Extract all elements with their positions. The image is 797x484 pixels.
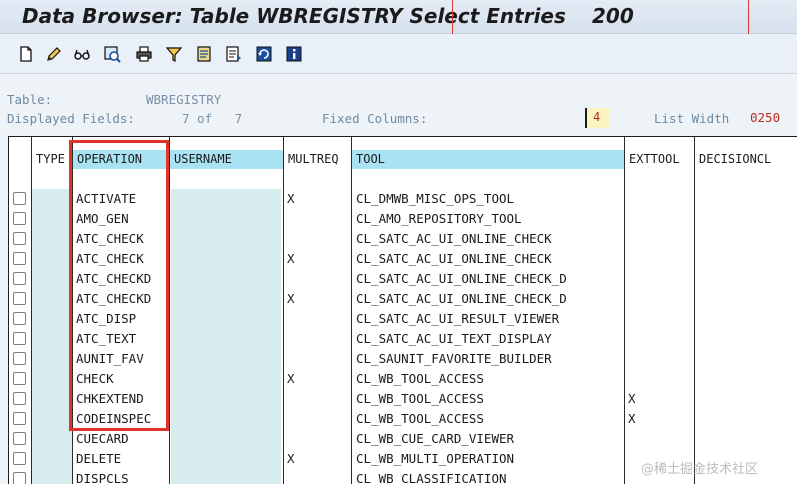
tool-cell: CL_SATC_AC_UI_ONLINE_CHECK — [356, 231, 552, 246]
title-bar: Data Browser: Table WBREGISTRY Select En… — [0, 0, 797, 34]
detail-list-icon[interactable] — [194, 44, 214, 64]
multreq-cell: X — [287, 291, 295, 306]
column-header-tool[interactable]: TOOL — [352, 150, 624, 169]
multreq-cell: X — [287, 451, 295, 466]
local-file-icon[interactable] — [224, 44, 244, 64]
row-select-checkbox[interactable] — [13, 292, 26, 305]
exttool-cell: X — [628, 411, 636, 426]
tool-cell: CL_WB_CLASSIFICATION — [356, 471, 507, 484]
tool-cell: CL_WB_TOOL_ACCESS — [356, 391, 484, 406]
multreq-cell: X — [287, 191, 295, 206]
operation-cell: DISPCLS — [76, 471, 129, 484]
row-select-checkbox[interactable] — [13, 212, 26, 225]
fixed-columns-label: Fixed Columns: — [322, 111, 428, 126]
multreq-cell: X — [287, 251, 295, 266]
row-select-checkbox[interactable] — [13, 252, 26, 265]
column-header-type[interactable]: TYPE — [32, 150, 72, 169]
row-select-checkbox[interactable] — [13, 332, 26, 345]
operation-cell: CUECARD — [76, 431, 129, 446]
row-select-checkbox[interactable] — [13, 312, 26, 325]
row-select-checkbox[interactable] — [13, 352, 26, 365]
watermark-text: @稀土掘金技术社区 — [641, 462, 759, 477]
list-width-label: List Width — [654, 111, 730, 126]
row-select-checkbox[interactable] — [13, 192, 26, 205]
tool-cell: CL_SATC_AC_UI_RESULT_VIEWER — [356, 311, 560, 326]
column-header-exttool[interactable]: EXTTOOL — [625, 150, 694, 169]
column-header-decisioncl[interactable]: DECISIONCL — [695, 150, 797, 169]
check-table-icon[interactable] — [102, 44, 122, 64]
tool-cell: CL_DMWB_MISC_OPS_TOOL — [356, 191, 515, 206]
table-name-value: WBREGISTRY — [146, 92, 222, 107]
fixed-columns-input[interactable]: 4 — [585, 108, 609, 128]
tool-cell: CL_WB_TOOL_ACCESS — [356, 371, 484, 386]
glasses-display-icon[interactable] — [72, 44, 92, 64]
info-icon[interactable] — [284, 44, 304, 64]
tool-cell: CL_SATC_AC_UI_ONLINE_CHECK_D — [356, 271, 567, 286]
tool-cell: CL_WB_CUE_CARD_VIEWER — [356, 431, 515, 446]
tool-cell: CL_SATC_AC_UI_ONLINE_CHECK_D — [356, 291, 567, 306]
refresh-icon[interactable] — [254, 44, 274, 64]
row-select-checkbox[interactable] — [13, 472, 26, 484]
tool-cell: CL_SAUNIT_FAVORITE_BUILDER — [356, 351, 552, 366]
tool-cell: CL_SATC_AC_UI_TEXT_DISPLAY — [356, 331, 552, 346]
window-title: Data Browser: Table WBREGISTRY Select En… — [22, 4, 566, 28]
table-label: Table: — [7, 92, 53, 107]
displayed-fields-value: 7 of 7 — [182, 111, 243, 126]
tool-cell: CL_WB_TOOL_ACCESS — [356, 411, 484, 426]
tool-cell: CL_WB_MULTI_OPERATION — [356, 451, 515, 466]
multreq-cell: X — [287, 371, 295, 386]
red-guide-line — [748, 0, 749, 34]
list-width-input[interactable]: 0250 — [750, 110, 780, 125]
entry-count: 200 — [592, 4, 634, 28]
table-row[interactable]: CUECARD CL_WB_CUE_CARD_VIEWER — [9, 429, 797, 449]
edit-pencil-icon[interactable] — [44, 44, 64, 64]
exttool-cell: X — [628, 391, 636, 406]
column-header-multreq[interactable]: MULTREQ — [284, 150, 351, 169]
row-select-checkbox[interactable] — [13, 452, 26, 465]
print-icon[interactable] — [134, 44, 154, 64]
row-select-checkbox[interactable] — [13, 432, 26, 445]
row-select-checkbox[interactable] — [13, 272, 26, 285]
application-toolbar — [0, 34, 797, 74]
column-header-username[interactable]: USERNAME — [170, 150, 283, 169]
row-select-checkbox[interactable] — [13, 232, 26, 245]
tool-cell: CL_AMO_REPOSITORY_TOOL — [356, 211, 522, 226]
displayed-fields-label: Displayed Fields: — [7, 111, 135, 126]
filter-icon[interactable] — [164, 44, 184, 64]
row-select-checkbox[interactable] — [13, 412, 26, 425]
row-select-checkbox[interactable] — [13, 392, 26, 405]
new-document-icon[interactable] — [16, 44, 36, 64]
operation-column-highlight — [69, 140, 169, 431]
red-guide-line — [452, 0, 453, 34]
operation-cell: DELETE — [76, 451, 122, 466]
row-select-checkbox[interactable] — [13, 372, 26, 385]
tool-cell: CL_SATC_AC_UI_ONLINE_CHECK — [356, 251, 552, 266]
